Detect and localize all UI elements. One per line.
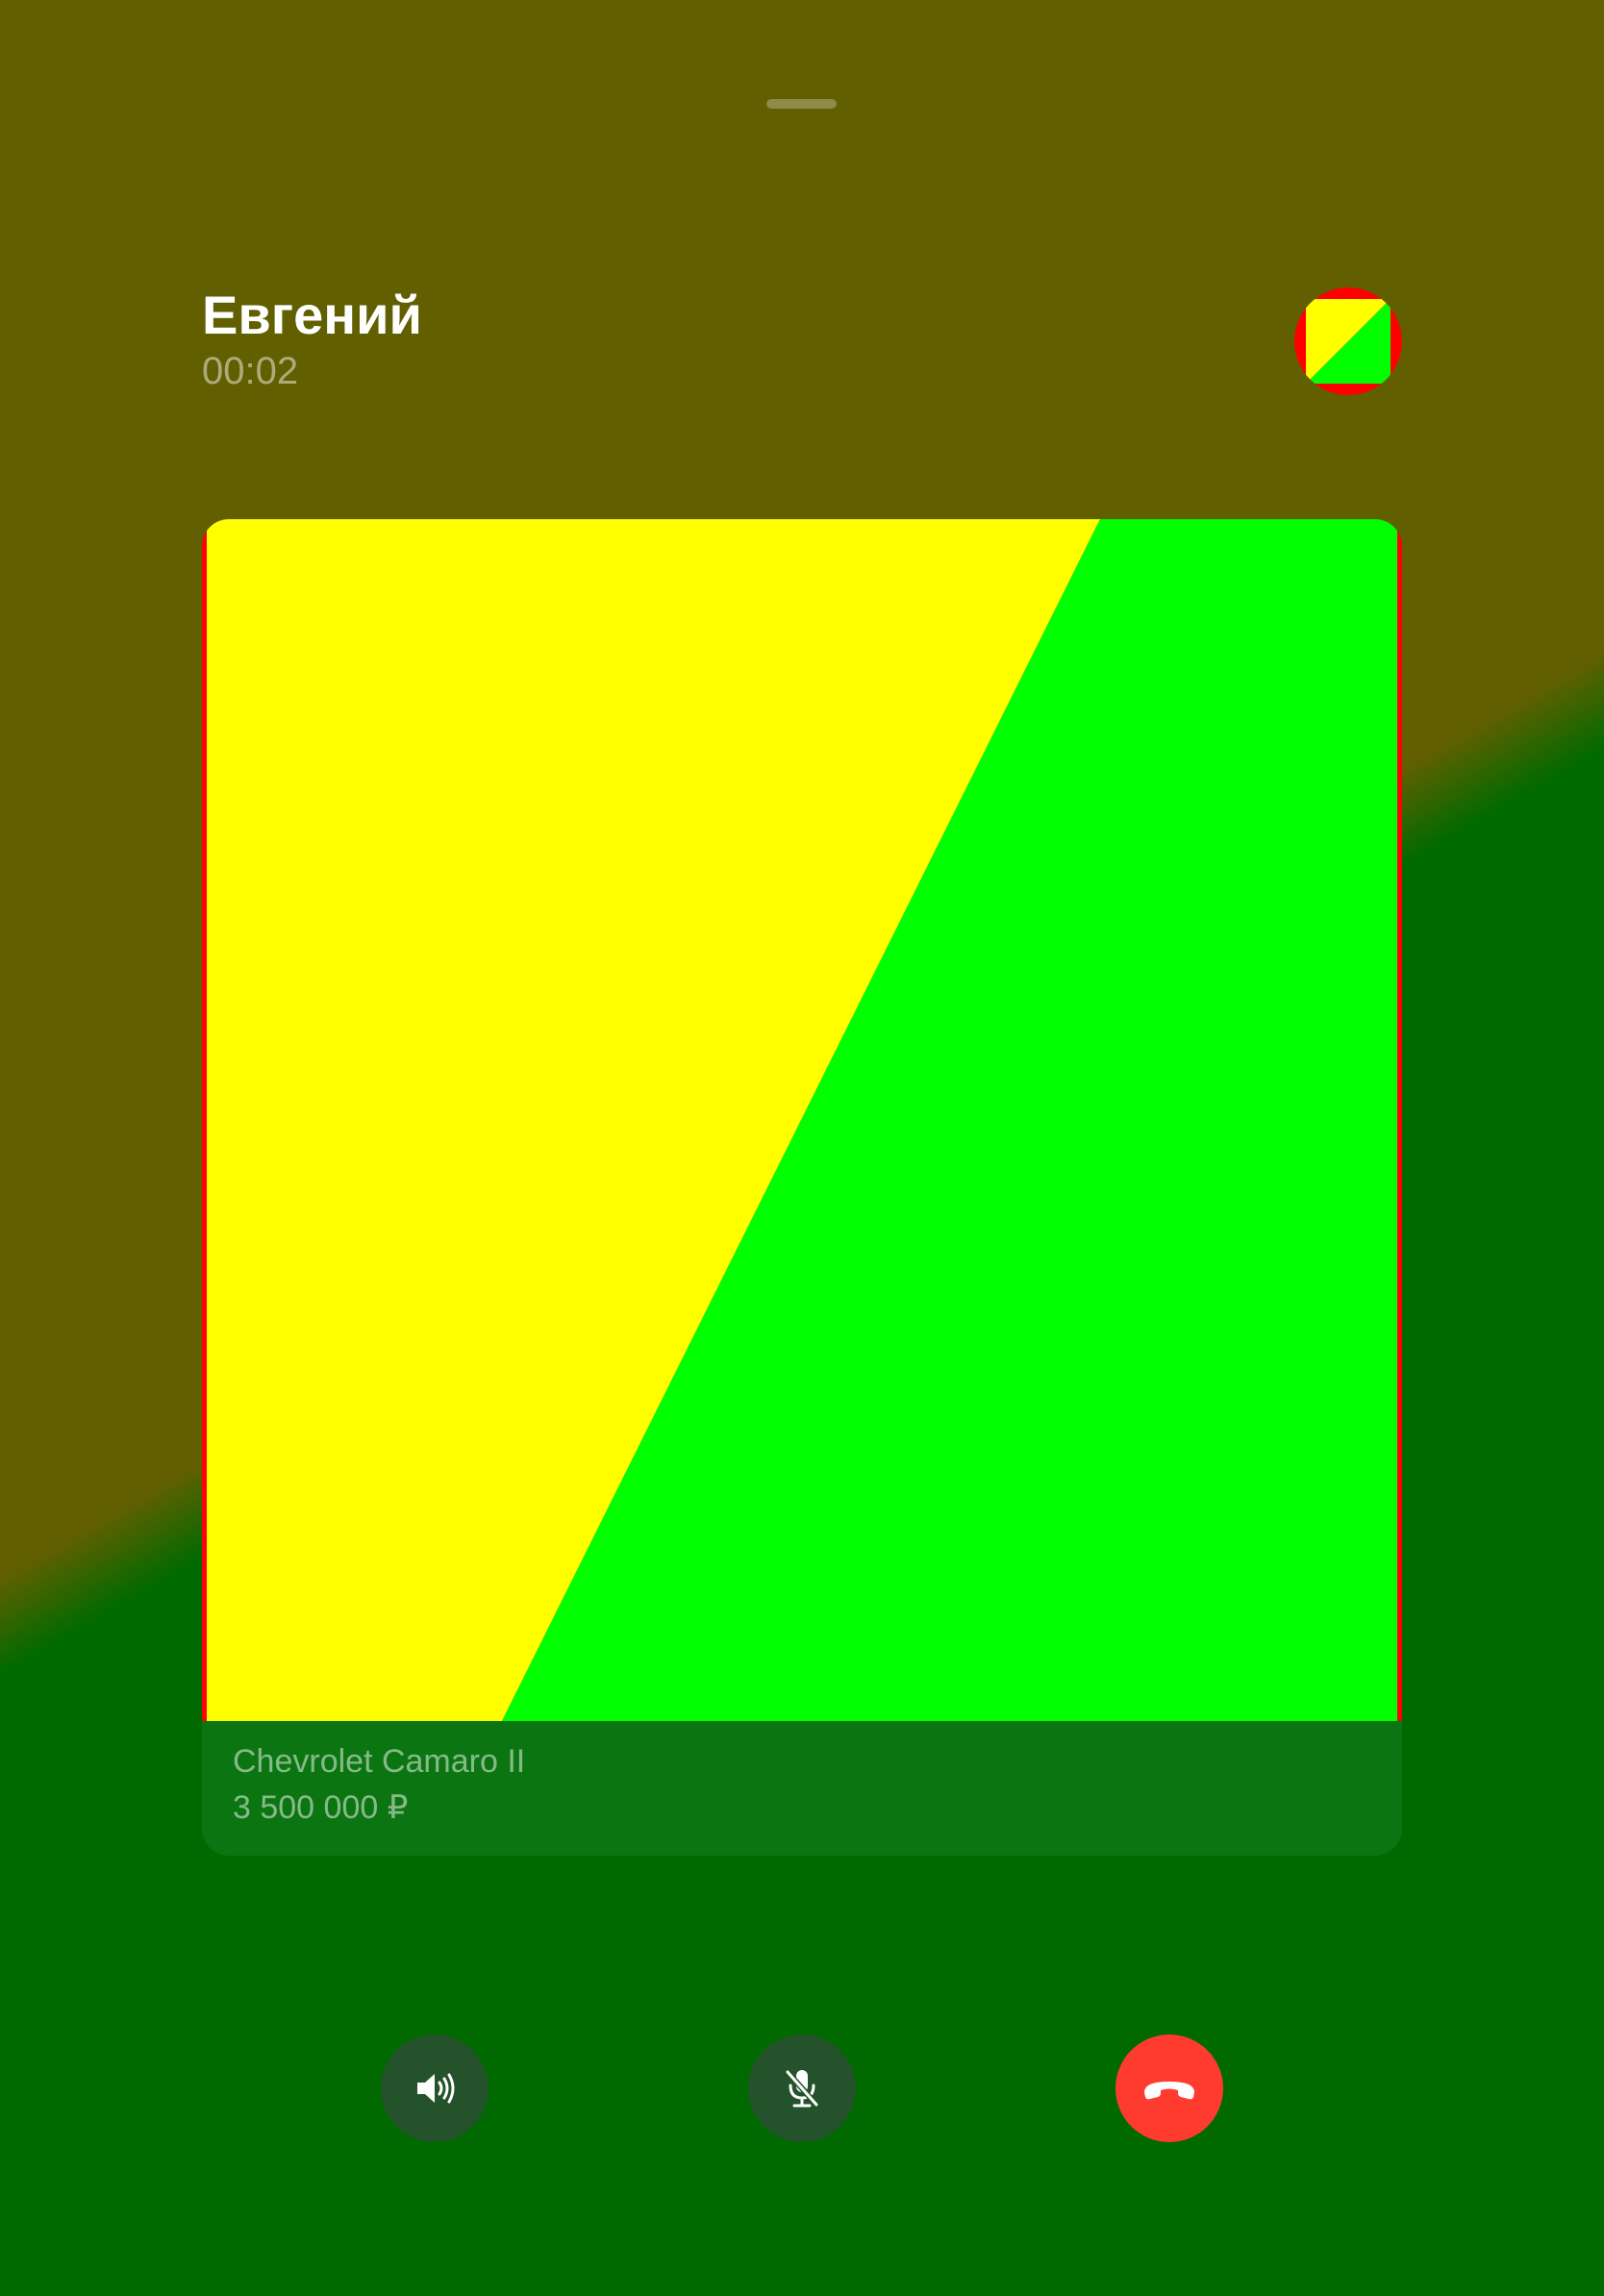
caller-avatar — [1294, 287, 1402, 395]
speaker-button[interactable] — [381, 2034, 489, 2142]
listing-photo — [202, 519, 1402, 1721]
speaker-icon — [417, 2073, 455, 2104]
mute-button[interactable] — [748, 2034, 856, 2142]
listing-card[interactable]: Chevrolet Camaro II 3 500 000 ₽ — [202, 519, 1402, 1856]
listing-price: 3 500 000 ₽ — [233, 1789, 409, 1826]
sheet-drag-handle[interactable] — [766, 99, 837, 109]
call-duration: 00:02 — [202, 350, 299, 392]
caller-name: Евгений — [202, 285, 422, 345]
microphone-off-icon — [785, 2069, 819, 2108]
listing-title: Chevrolet Camaro II — [233, 1743, 526, 1780]
avatar-image — [1294, 287, 1402, 395]
phone-hangup-icon — [1144, 2082, 1194, 2100]
end-call-button[interactable] — [1115, 2034, 1223, 2142]
